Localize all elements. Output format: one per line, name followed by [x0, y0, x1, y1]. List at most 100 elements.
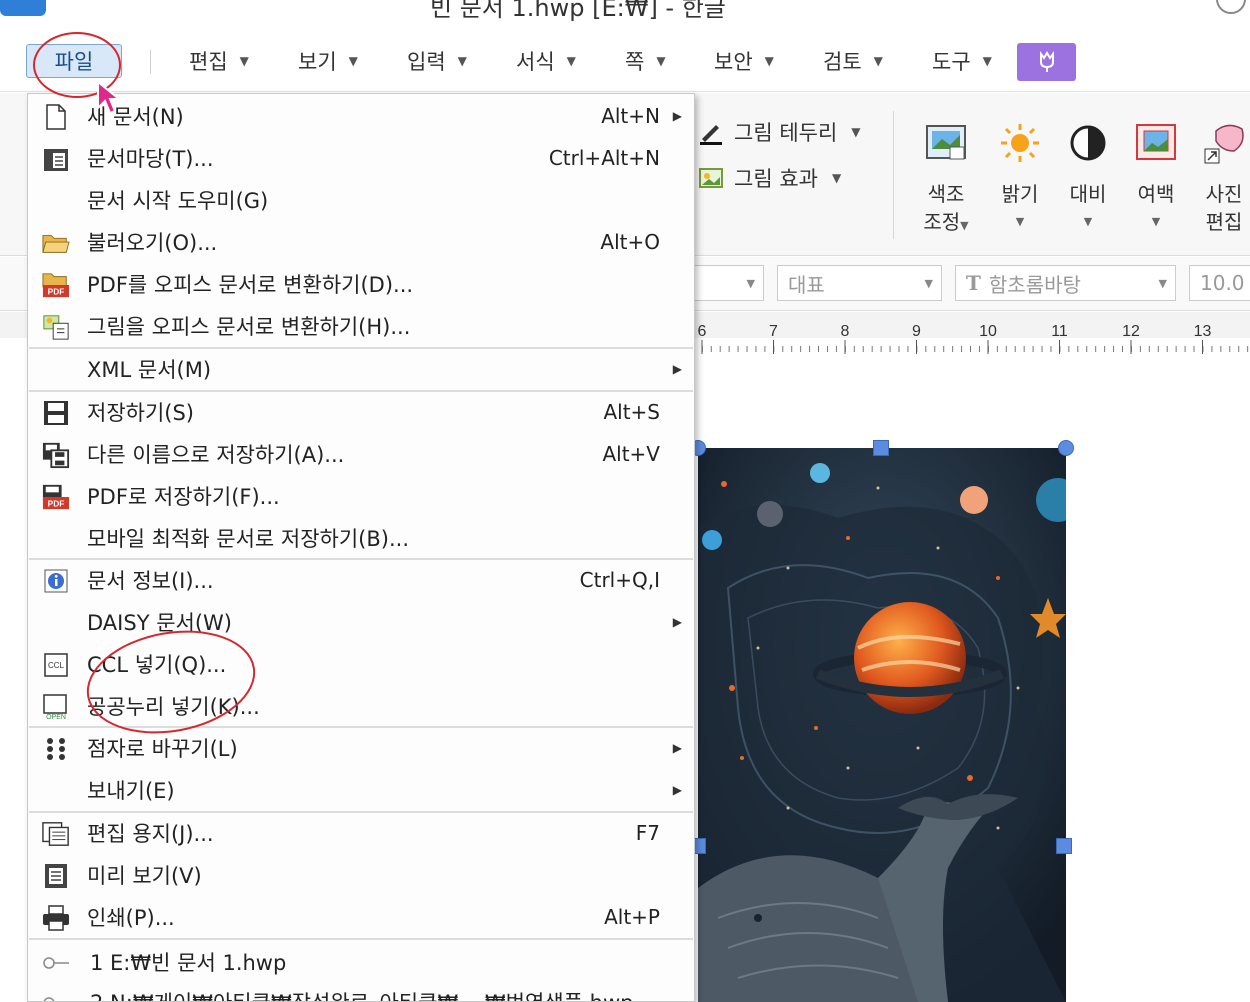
menu-item-save-mobile[interactable]: 모바일 최적화 문서로 저장하기(B)... — [28, 518, 694, 558]
menu-item-start-wizard[interactable]: 문서 시작 도우미(G) — [28, 180, 694, 220]
brightness-label: 밝기 — [1001, 182, 1039, 206]
resize-handle-top-right[interactable] — [1058, 440, 1074, 456]
caret-down-icon: ▼ — [656, 54, 666, 68]
caret-down-icon: ▼ — [982, 54, 992, 68]
menu-page[interactable]: 쪽 ▼ — [625, 44, 666, 78]
submenu-arrow-icon: ▶ — [672, 109, 682, 123]
caret-down-icon: ▼ — [457, 54, 467, 68]
menu-review-label: 검토 — [823, 50, 862, 74]
menu-tools[interactable]: 도구 ▼ — [932, 44, 992, 78]
image-convert-icon — [43, 315, 69, 340]
caret-down-icon: ▼ — [1158, 276, 1167, 290]
brightness-button[interactable]: 밝기 ▼ — [989, 121, 1051, 236]
sun-icon — [1001, 124, 1039, 162]
menu-item-save-pdf[interactable]: PDF PDF로 저장하기(F)... — [28, 476, 694, 516]
resize-handle-right[interactable] — [1056, 838, 1072, 854]
menu-item-send[interactable]: 보내기(E) ▶ — [28, 770, 694, 810]
menu-insert[interactable]: 입력 ▼ — [407, 44, 467, 78]
font-size-select[interactable]: 10.0 — [1189, 265, 1250, 301]
menu-item-label: CCL 넣기(Q)... — [87, 653, 227, 677]
mouse-cursor-icon — [97, 80, 122, 115]
pin-icon — [43, 957, 69, 969]
margin-button[interactable]: 여백 ▼ — [1125, 121, 1187, 236]
menu-item-pdf-convert[interactable]: PDF PDF를 오피스 문서로 변환하기(D)... — [28, 264, 694, 304]
window-title: 빈 문서 1.hwp [E:₩] - 한글 — [430, 0, 726, 22]
ribbon-divider — [893, 111, 894, 239]
menu-item-shortcut: Ctrl+Q,I — [579, 568, 660, 592]
menu-tools-label: 도구 — [932, 50, 971, 74]
new-document-icon — [46, 104, 66, 130]
svg-text:OPEN: OPEN — [46, 714, 66, 720]
menu-item-label: 점자로 바꾸기(L) — [87, 737, 238, 761]
menu-separator — [150, 50, 151, 74]
menu-item-preview[interactable]: 미리 보기(V) — [28, 855, 694, 895]
menu-item-insert-ccl[interactable]: CCL CCL 넣기(Q)... — [28, 644, 694, 684]
style-select[interactable]: 대표 ▼ — [777, 265, 942, 301]
picture-effect-button[interactable]: 그림 효과 ▼ — [698, 163, 841, 193]
menu-file[interactable]: 파일 — [26, 44, 122, 78]
caret-down-icon: ▼ — [1151, 215, 1161, 228]
app-logo-icon[interactable] — [0, 0, 46, 16]
photo-edit-button[interactable]: 사진 편집 — [1193, 121, 1250, 236]
color-adjust-button[interactable]: 색조 조정▼ — [915, 121, 977, 240]
color-adjust-label-1: 색조 — [927, 182, 965, 206]
menu-view-label: 보기 — [298, 50, 337, 74]
file-dropdown-menu: 새 문서(N) Alt+N ▶ 문서마당(T)... Ctrl+Alt+N 문서… — [27, 93, 695, 1002]
ruler-tick-label: 12 — [1122, 323, 1140, 340]
printer-icon — [43, 905, 69, 931]
menu-item-save-as[interactable]: 다른 이름으로 저장하기(A)... Alt+V — [28, 434, 694, 474]
menu-item-xml-document[interactable]: XML 문서(M) ▶ — [28, 349, 694, 389]
menu-bar: 파일 편집 ▼ 보기 ▼ 입력 ▼ 서식 ▼ 쪽 ▼ 보안 ▼ 검토 ▼ 도구 ▼ — [0, 30, 1250, 92]
menu-item-open[interactable]: 불러오기(O)... Alt+O — [28, 222, 694, 262]
menu-item-label: 보내기(E) — [87, 779, 175, 803]
menu-format[interactable]: 서식 ▼ — [516, 44, 576, 78]
caret-down-icon: ▼ — [764, 54, 774, 68]
menu-item-print[interactable]: 인쇄(P)... Alt+P — [28, 897, 694, 937]
menu-item-label: PDF로 저장하기(F)... — [87, 485, 280, 509]
menu-item-page-setup[interactable]: 편집 용지(J)... F7 — [28, 813, 694, 853]
font-value: 함초롬바탕 — [988, 272, 1081, 297]
recent-file-item[interactable]: 2 N:₩게이₩아티클₩작성완료_아티클₩... ₩번역샘플.hwp — [28, 982, 694, 1001]
menu-review[interactable]: 검토 ▼ — [823, 44, 883, 78]
resize-handle-top[interactable] — [873, 440, 889, 456]
menu-security[interactable]: 보안 ▼ — [714, 44, 774, 78]
menu-item-label: 저장하기(S) — [87, 401, 194, 425]
menu-view[interactable]: 보기 ▼ — [298, 44, 358, 78]
menu-item-label: 불러오기(O)... — [87, 231, 218, 255]
pen-line-icon — [700, 125, 722, 145]
color-adjust-icon — [926, 125, 966, 160]
close-icon[interactable] — [1216, 0, 1246, 14]
pin-icon — [43, 997, 55, 1001]
open-license-icon: OPEN — [43, 694, 67, 720]
menu-item-new-document[interactable]: 새 문서(N) Alt+N ▶ — [28, 96, 694, 136]
caret-down-icon: ▼ — [239, 54, 249, 68]
menu-item-shortcut: Alt+S — [603, 400, 660, 424]
plugin-button[interactable] — [1017, 43, 1076, 81]
menu-item-image-convert[interactable]: 그림을 오피스 문서로 변환하기(H)... — [28, 306, 694, 346]
font-type-icon: T — [966, 271, 981, 295]
menu-item-label: PDF를 오피스 문서로 변환하기(D)... — [87, 273, 414, 297]
menu-edit[interactable]: 편집 ▼ — [189, 44, 249, 78]
svg-text:PDF: PDF — [48, 286, 65, 296]
menu-separator — [29, 938, 693, 940]
caret-down-icon: ▼ — [831, 171, 842, 185]
recent-file-label: 1 E:₩빈 문서 1.hwp — [90, 951, 287, 975]
menu-item-daisy-document[interactable]: DAISY 문서(W) ▶ — [28, 602, 694, 642]
menu-item-label: DAISY 문서(W) — [87, 611, 232, 635]
menu-item-insert-open-license[interactable]: OPEN 공공누리 넣기(K)... — [28, 686, 694, 726]
menu-security-label: 보안 — [714, 50, 753, 74]
menu-item-document-info[interactable]: 문서 정보(I)... Ctrl+Q,I — [28, 560, 694, 600]
inserted-picture[interactable] — [698, 448, 1066, 1002]
caret-down-icon: ▼ — [746, 276, 755, 290]
caret-down-icon: ▼ — [566, 54, 576, 68]
recent-file-item[interactable]: 1 E:₩빈 문서 1.hwp — [28, 942, 694, 982]
contrast-button[interactable]: 대비 ▼ — [1057, 121, 1119, 236]
menu-item-save[interactable]: 저장하기(S) Alt+S — [28, 392, 694, 432]
font-select[interactable]: T 함초롬바탕 ▼ — [955, 265, 1176, 301]
picture-border-button[interactable]: 그림 테두리 ▼ — [698, 117, 861, 147]
menu-item-label: 모바일 최적화 문서로 저장하기(B)... — [87, 527, 410, 551]
menu-item-braille[interactable]: 점자로 바꾸기(L) ▶ — [28, 728, 694, 768]
menu-item-label: 인쇄(P)... — [87, 906, 175, 930]
menu-item-template[interactable]: 문서마당(T)... Ctrl+Alt+N — [28, 138, 694, 178]
hidden-combo[interactable]: ▼ — [686, 265, 764, 301]
